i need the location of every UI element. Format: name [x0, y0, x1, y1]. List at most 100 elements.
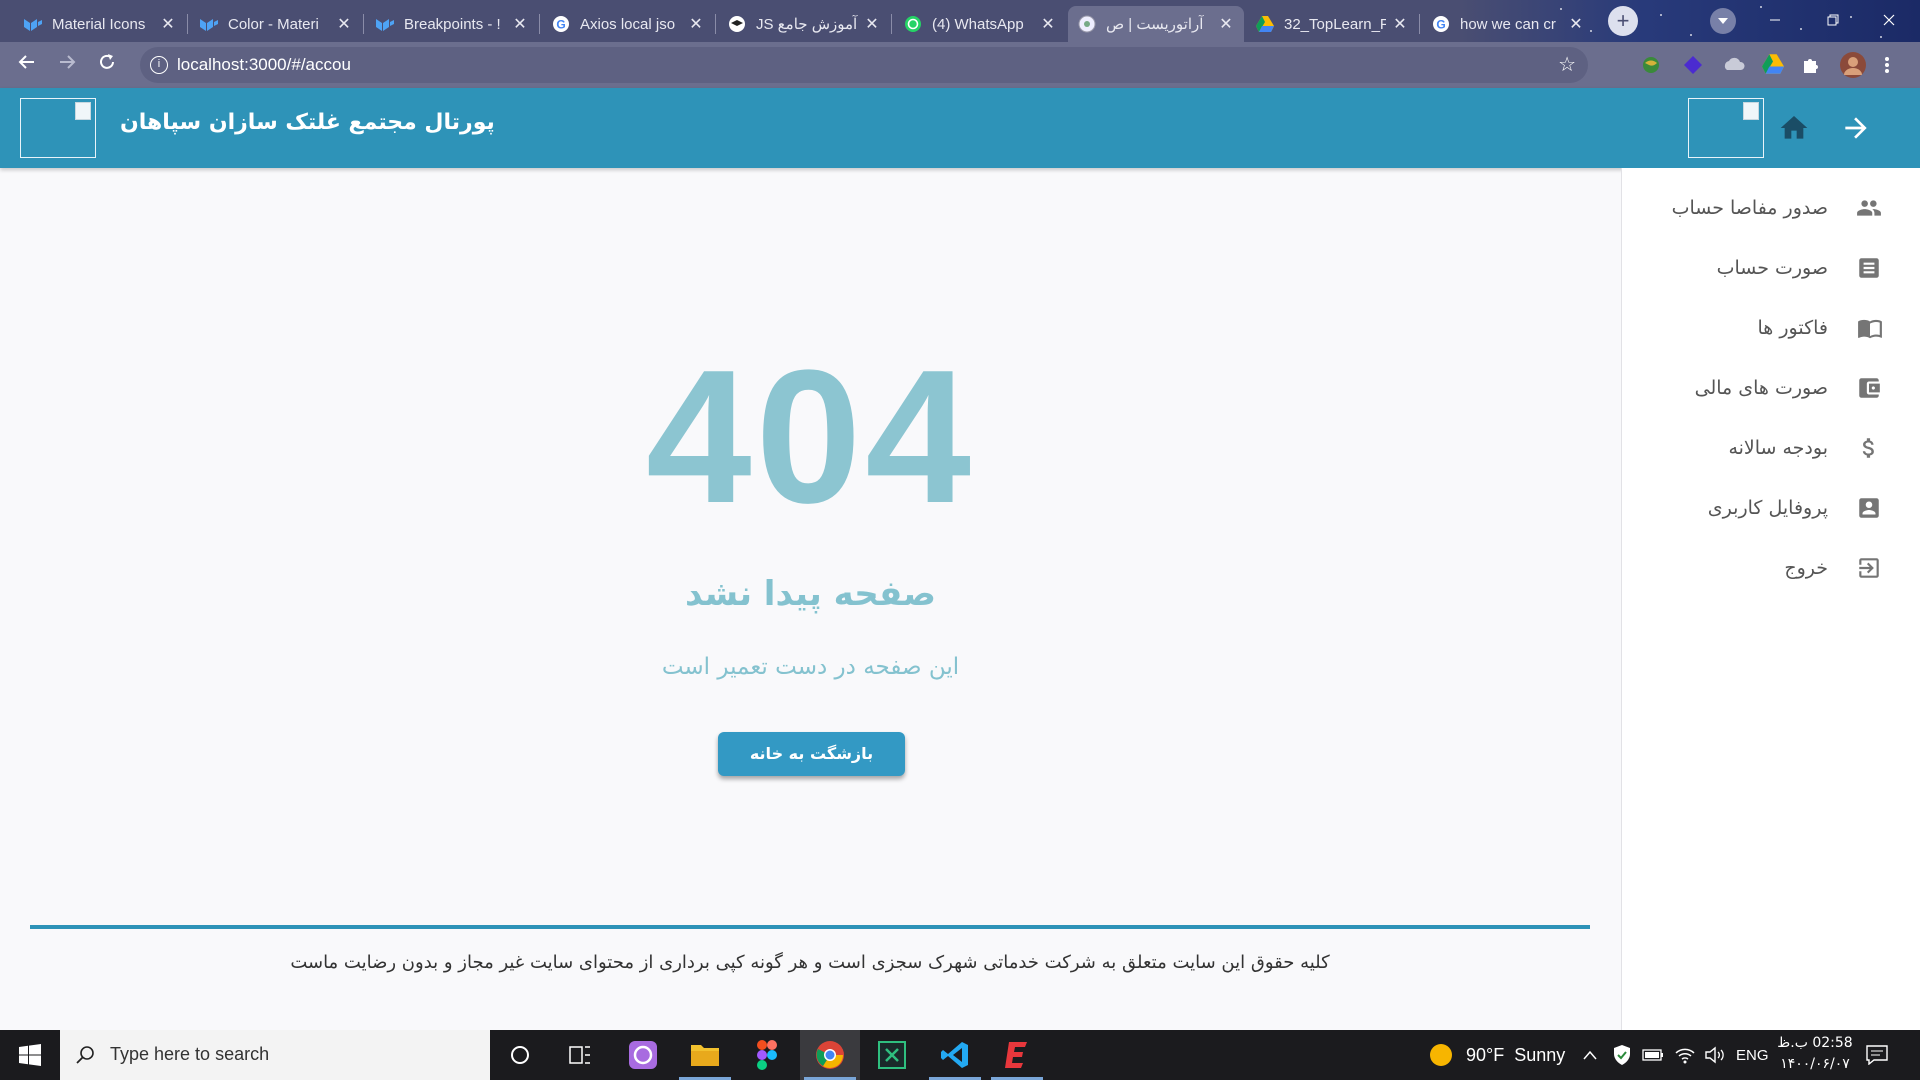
photo-app-icon[interactable]: [613, 1030, 673, 1080]
file-explorer-icon[interactable]: [675, 1030, 735, 1080]
mui-logo-icon: [24, 15, 42, 33]
url-text: localhost:3000/#/accou: [177, 55, 351, 74]
new-tab-button[interactable]: +: [1608, 6, 1638, 36]
profile-avatar[interactable]: [1840, 52, 1866, 78]
app-logo: [20, 98, 96, 158]
close-tab-icon[interactable]: ✕: [688, 14, 704, 34]
browser-tab[interactable]: آموزش جامع JS ✕: [718, 6, 890, 42]
editor-e-icon[interactable]: [987, 1030, 1047, 1080]
extension-drive-icon[interactable]: [1762, 54, 1784, 76]
sidebar-item-label: فاکتور ها: [1757, 317, 1829, 339]
browser-tab[interactable]: Material Icons ✕: [14, 6, 186, 42]
task-view-icon[interactable]: [550, 1030, 610, 1080]
tab-search-button[interactable]: [1710, 8, 1736, 34]
battery-icon[interactable]: [1642, 1030, 1664, 1080]
sidebar-item-clearance[interactable]: صدور مفاصا حساب: [1632, 188, 1882, 228]
cortana-icon[interactable]: [490, 1030, 550, 1080]
forward-button[interactable]: [52, 50, 82, 80]
extensions-puzzle-icon[interactable]: [1800, 54, 1822, 76]
browser-tab-active[interactable]: آراتوریست | ص ✕: [1068, 6, 1244, 42]
close-tab-icon[interactable]: ✕: [1040, 14, 1056, 34]
mui-logo-icon: [376, 15, 394, 33]
back-home-button[interactable]: بازشگت به خانه: [718, 732, 905, 776]
error-code: 404: [645, 331, 975, 543]
tab-title: Material Icons: [52, 15, 146, 33]
wifi-icon[interactable]: [1674, 1030, 1696, 1080]
browser-tab[interactable]: (4) WhatsApp ✕: [894, 6, 1066, 42]
taskbar-clock[interactable]: 02:58 ب.ظ ۱۴۰۰/۰۶/۰۷: [1770, 1033, 1860, 1075]
people-icon: [1856, 195, 1882, 221]
close-tab-icon[interactable]: ✕: [336, 14, 352, 34]
sidebar-item-label: صورت حساب: [1716, 257, 1828, 279]
browser-tab[interactable]: G how we can cr ✕: [1422, 6, 1594, 42]
restore-window-button[interactable]: [1810, 0, 1856, 42]
minimize-window-button[interactable]: [1752, 0, 1798, 42]
browser-tab[interactable]: 32_TopLearn_F ✕: [1246, 6, 1418, 42]
sidebar-item-annual-budget[interactable]: بودجه سالانه: [1632, 428, 1882, 468]
home-icon[interactable]: [1778, 112, 1810, 144]
windows-logo-icon: [19, 1044, 41, 1066]
close-window-button[interactable]: [1866, 0, 1912, 42]
browser-toolbar: i localhost:3000/#/accou ☆: [0, 42, 1920, 88]
reload-icon: [100, 54, 114, 69]
xampp-icon[interactable]: [862, 1030, 922, 1080]
company-logo: [1688, 98, 1764, 158]
extension-diamond-icon[interactable]: [1682, 54, 1704, 76]
clock-time: 02:58 ب.ظ: [1777, 1035, 1853, 1051]
sidebar-item-profile[interactable]: پروفایل کاربری: [1632, 488, 1882, 528]
sidebar-item-label: بودجه سالانه: [1728, 437, 1828, 459]
whatsapp-icon: [904, 15, 922, 33]
browser-menu-icon[interactable]: [1884, 54, 1892, 76]
taskbar-search-box[interactable]: Type here to search: [60, 1030, 490, 1080]
show-hidden-icons-button[interactable]: [1582, 1030, 1598, 1080]
close-tab-icon[interactable]: ✕: [1218, 14, 1234, 34]
address-bar[interactable]: i localhost:3000/#/accou ☆: [140, 47, 1588, 83]
search-placeholder: Type here to search: [110, 1044, 270, 1064]
site-info-icon[interactable]: i: [150, 56, 168, 74]
reload-button[interactable]: [92, 50, 122, 80]
browser-tab[interactable]: Color - Materi ✕: [190, 6, 362, 42]
volume-icon[interactable]: [1704, 1030, 1726, 1080]
sidebar-item-label: خروج: [1784, 557, 1828, 579]
arrow-right-icon: [60, 55, 76, 69]
tab-title: (4) WhatsApp: [932, 15, 1024, 33]
browser-tab[interactable]: Breakpoints - ! ✕: [366, 6, 538, 42]
sidebar: صدور مفاصا حساب صورت حساب فاکتور ها صورت…: [1621, 168, 1920, 1030]
close-tab-icon[interactable]: ✕: [864, 14, 880, 34]
weather-widget[interactable]: 90°F Sunny: [1428, 1030, 1565, 1080]
arrow-forward-icon[interactable]: [1840, 112, 1872, 144]
start-button[interactable]: [0, 1030, 60, 1080]
footer-copyright: کلیه حقوق این سایت متعلق به شرکت خدماتی …: [290, 952, 1330, 973]
sidebar-item-statement[interactable]: صورت حساب: [1632, 248, 1882, 288]
language-indicator[interactable]: ENG: [1736, 1030, 1769, 1080]
arrow-left-icon: [18, 55, 34, 69]
sidebar-item-invoices[interactable]: فاکتور ها: [1632, 308, 1882, 348]
tab-title: آموزش جامع JS: [756, 16, 858, 33]
close-tab-icon[interactable]: ✕: [1568, 14, 1584, 34]
extension-globe-icon[interactable]: [1640, 54, 1662, 76]
vscode-icon[interactable]: [925, 1030, 985, 1080]
figma-icon[interactable]: [737, 1030, 797, 1080]
close-tab-icon[interactable]: ✕: [160, 14, 176, 34]
chrome-icon[interactable]: [800, 1030, 860, 1080]
logout-icon: [1856, 555, 1882, 581]
notifications-icon[interactable]: [1866, 1030, 1888, 1080]
error-title: صفحه پیدا نشد: [684, 574, 937, 614]
sidebar-item-label: صدور مفاصا حساب: [1671, 197, 1828, 219]
app-title: پورتال مجتمع غلتک سازان سپاهان: [120, 110, 495, 135]
bookmark-star-icon[interactable]: ☆: [1558, 52, 1576, 76]
sun-icon: [1430, 1044, 1452, 1066]
close-tab-icon[interactable]: ✕: [1392, 14, 1408, 34]
site-icon: [1078, 15, 1096, 33]
sidebar-item-financial-statements[interactable]: صورت های مالی: [1632, 368, 1882, 408]
weather-text: 90°F Sunny: [1466, 1044, 1566, 1065]
sidebar-item-logout[interactable]: خروج: [1632, 548, 1882, 588]
tab-title: how we can cr: [1460, 15, 1556, 33]
close-tab-icon[interactable]: ✕: [512, 14, 528, 34]
svg-text:G: G: [1436, 18, 1445, 32]
sidebar-item-label: پروفایل کاربری: [1707, 497, 1828, 519]
browser-tab[interactable]: G Axios local jso ✕: [542, 6, 714, 42]
back-button[interactable]: [12, 50, 42, 80]
extension-cloud-icon[interactable]: [1722, 54, 1745, 76]
security-shield-icon[interactable]: [1612, 1030, 1632, 1080]
